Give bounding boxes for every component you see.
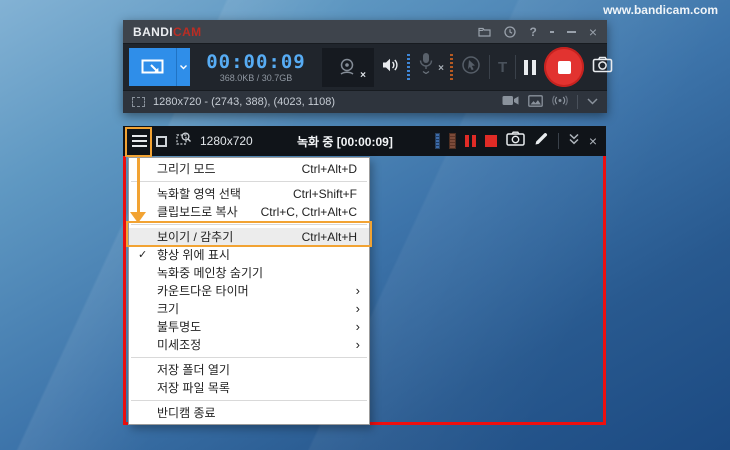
menu-item-copy-clipboard[interactable]: 클립보드로 복사 Ctrl+C, Ctrl+Alt+C bbox=[129, 203, 369, 221]
screen-area-icon[interactable] bbox=[129, 48, 176, 86]
recording-timer-block: 00:00:09 368.0KB / 30.7GB bbox=[198, 52, 314, 83]
mic-off-mark: × bbox=[438, 63, 444, 74]
main-toolbar: 00:00:09 368.0KB / 30.7GB × × T bbox=[123, 43, 613, 90]
checkmark-icon: ✓ bbox=[138, 249, 148, 261]
titlebar: BANDICAM ? × bbox=[123, 20, 607, 43]
context-menu: 그리기 모드 Ctrl+Alt+D 녹화할 영역 선택 Ctrl+Shift+F… bbox=[128, 157, 370, 425]
region-rect-icon bbox=[132, 97, 145, 107]
select-area-zoom-icon[interactable] bbox=[176, 131, 191, 151]
region-coordinates: 1280x720 - (2743, 388), (4023, 1108) bbox=[153, 96, 336, 108]
submenu-arrow-icon: › bbox=[355, 319, 360, 334]
mic-level-meter bbox=[450, 54, 453, 80]
shortcut: Ctrl+C, Ctrl+Alt+C bbox=[260, 205, 357, 219]
recording-target-dropdown[interactable] bbox=[176, 48, 190, 86]
file-size-disk-space: 368.0KB / 30.7GB bbox=[219, 72, 293, 83]
logo-text-bandi: BANDI bbox=[133, 24, 173, 39]
bandicam-main-window: BANDICAM ? × 00:00:09 368.0KB / 30.7GB ×… bbox=[123, 20, 613, 113]
pause-button[interactable] bbox=[524, 59, 537, 75]
menu-separator bbox=[131, 181, 367, 182]
capture-resolution: 1280x720 bbox=[200, 134, 253, 148]
expand-panel-chevron-icon[interactable] bbox=[587, 96, 598, 108]
close-bar-button[interactable]: × bbox=[589, 134, 597, 148]
webcam-off-mark: × bbox=[360, 69, 366, 81]
fullscreen-rect-icon[interactable] bbox=[156, 135, 167, 147]
shortcut: Ctrl+Alt+D bbox=[301, 162, 357, 176]
menu-item-open-save-folder[interactable]: 저장 폴더 열기 bbox=[129, 361, 369, 379]
mic-meter-mini bbox=[448, 133, 456, 149]
microphone-button[interactable]: × bbox=[418, 52, 444, 82]
submenu-arrow-icon: › bbox=[355, 337, 360, 352]
logo-text-cam: CAM bbox=[173, 24, 202, 39]
menu-item-exit-bandicam[interactable]: 반디캠 종료 bbox=[129, 404, 369, 422]
minimize-button-icon[interactable] bbox=[566, 30, 576, 33]
close-button[interactable]: × bbox=[589, 25, 597, 39]
stop-recording-button[interactable] bbox=[484, 135, 497, 147]
speaker-meter-mini bbox=[434, 133, 440, 149]
highlight-box-show-hide bbox=[126, 221, 372, 247]
recording-timer: 00:00:09 bbox=[206, 50, 306, 73]
recording-control-bar: 1280x720 녹화 중 [00:00:09] × bbox=[123, 126, 606, 156]
webcam-overlay-button[interactable]: × bbox=[322, 47, 374, 87]
menu-item-saved-file-list[interactable]: 저장 파일 목록 bbox=[129, 379, 369, 397]
shortcut: Ctrl+Shift+F bbox=[292, 187, 357, 201]
stop-square-icon bbox=[557, 60, 571, 74]
recording-status-text: 녹화 중 [00:00:09] bbox=[297, 134, 393, 149]
pause-recording-button[interactable] bbox=[464, 135, 476, 147]
submenu-arrow-icon: › bbox=[355, 283, 360, 298]
bandicam-logo: BANDICAM bbox=[133, 25, 202, 39]
text-overlay-tool[interactable]: T bbox=[498, 59, 507, 76]
schedule-clock-icon[interactable] bbox=[504, 25, 517, 38]
screenshot-camera-icon[interactable] bbox=[592, 56, 613, 78]
image-mode-icon[interactable] bbox=[528, 94, 543, 110]
collapse-bar-chevrons-icon[interactable] bbox=[568, 132, 580, 150]
mouse-effects-icon[interactable] bbox=[461, 55, 481, 80]
menu-separator bbox=[131, 357, 367, 358]
speaker-icon[interactable] bbox=[382, 57, 399, 78]
menu-item-always-on-top[interactable]: ✓ 항상 위에 표시 bbox=[129, 246, 369, 264]
screenshot-button[interactable] bbox=[506, 131, 525, 151]
broadcast-icon[interactable] bbox=[552, 95, 568, 109]
menu-item-hide-main-window[interactable]: 녹화중 메인창 숨기기 bbox=[129, 264, 369, 282]
submenu-arrow-icon: › bbox=[355, 301, 360, 316]
collapse-button-icon[interactable] bbox=[549, 30, 554, 33]
highlight-box-hamburger bbox=[125, 127, 152, 157]
menu-item-opacity[interactable]: 불투명도 › bbox=[129, 318, 369, 336]
menu-separator bbox=[131, 400, 367, 401]
stop-record-button[interactable] bbox=[544, 47, 585, 87]
recording-target-button[interactable] bbox=[129, 48, 190, 86]
menu-item-fine-adjust[interactable]: 미세조정 › bbox=[129, 336, 369, 354]
help-button[interactable]: ? bbox=[529, 26, 536, 38]
draw-pencil-button[interactable] bbox=[534, 131, 549, 151]
annotation-arrow-line bbox=[137, 158, 140, 212]
menu-item-size[interactable]: 크기 › bbox=[129, 300, 369, 318]
speaker-level-meter bbox=[407, 54, 410, 80]
menu-item-select-area[interactable]: 녹화할 영역 선택 Ctrl+Shift+F bbox=[129, 185, 369, 203]
video-mode-icon[interactable] bbox=[502, 95, 519, 109]
main-statusbar: 1280x720 - (2743, 388), (4023, 1108) bbox=[123, 90, 607, 113]
site-watermark: www.bandicam.com bbox=[603, 3, 718, 17]
menu-item-drawing-mode[interactable]: 그리기 모드 Ctrl+Alt+D bbox=[129, 160, 369, 178]
open-folder-icon[interactable] bbox=[478, 26, 492, 37]
menu-item-countdown-timer[interactable]: 카운트다운 타이머 › bbox=[129, 282, 369, 300]
